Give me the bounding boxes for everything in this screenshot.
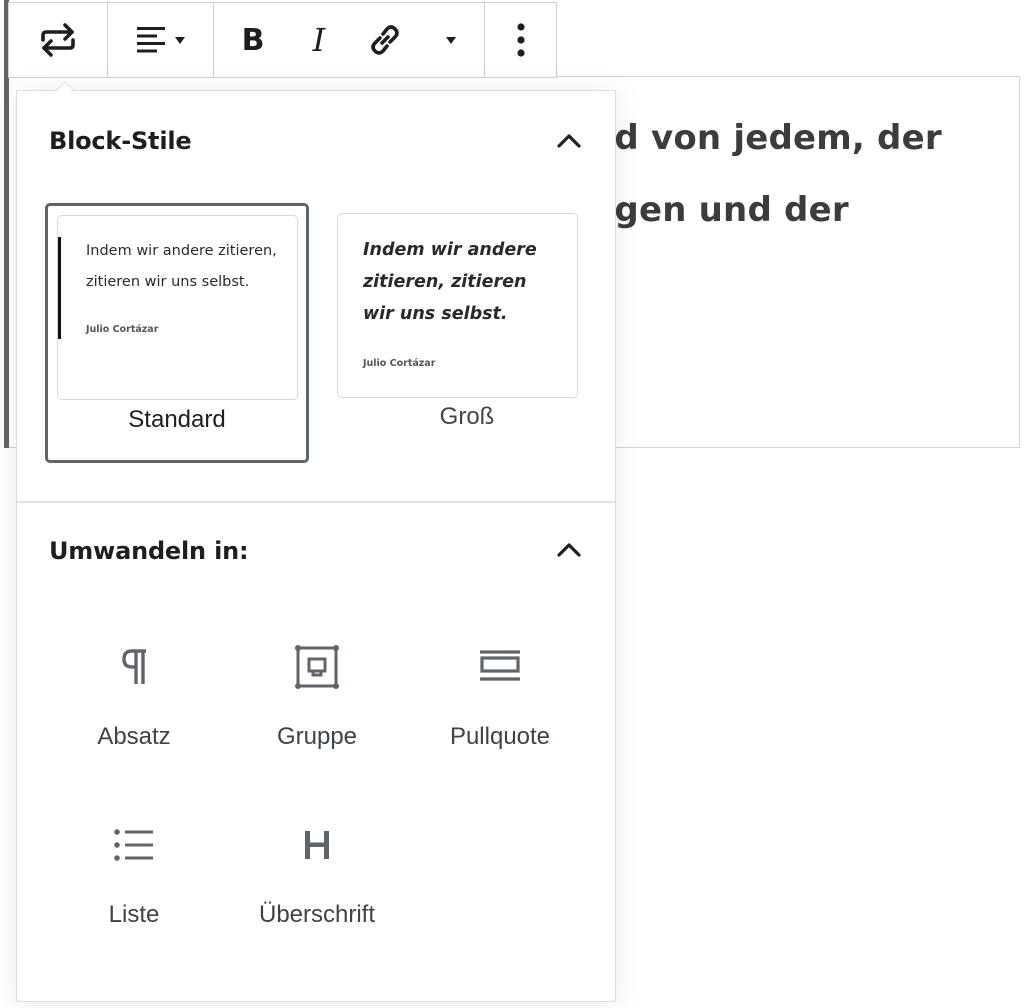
transform-label: Pullquote: [449, 723, 551, 750]
chevron-up-icon: [557, 543, 581, 557]
style-preview: Indem wir andere zitieren, zitieren wir …: [57, 215, 298, 400]
preview-citation: Julio Cortázar: [86, 324, 159, 335]
block-switcher-popover: Block-Stile Indem wir andere zitieren, z…: [16, 90, 616, 1002]
section-divider: [17, 501, 615, 503]
transform-collapse-button[interactable]: [553, 534, 585, 566]
more-vertical-icon: [516, 23, 525, 57]
align-left-icon: [136, 27, 165, 53]
chevron-down-icon: [446, 36, 456, 44]
quote-bar: [58, 237, 61, 339]
align-dropdown-button[interactable]: [108, 3, 213, 77]
bold-icon: B: [241, 22, 265, 58]
list-icon: [114, 829, 153, 861]
quote-text-line: ngen und der: [590, 190, 849, 230]
transform-label: Überschrift: [258, 901, 376, 928]
transform-to-paragraph[interactable]: Absatz: [44, 641, 224, 771]
quote-text-line: nd von jedem, der: [590, 118, 942, 158]
preview-quote: Indem wir andere zitieren, zitieren wir …: [363, 240, 537, 324]
transform-to-list[interactable]: Liste: [44, 819, 224, 949]
style-label: Groß: [439, 403, 495, 430]
style-option-large[interactable]: Indem wir andere zitieren, zitieren wir …: [335, 203, 599, 463]
block-styles-collapse-button[interactable]: [553, 125, 585, 157]
block-styles-title: Block-Stile: [49, 127, 192, 155]
style-option-standard[interactable]: Indem wir andere zitieren, zitieren wir …: [45, 203, 309, 463]
more-options-button[interactable]: [485, 3, 556, 77]
transform-to-pullquote[interactable]: Pullquote: [410, 641, 590, 771]
preview-citation: Julio Cortázar: [363, 358, 436, 369]
italic-icon: I: [312, 21, 326, 59]
transform-label: Absatz: [97, 723, 171, 750]
transform-title: Umwandeln in:: [49, 537, 249, 565]
chevron-down-icon: [174, 36, 185, 44]
transform-label: Liste: [108, 901, 160, 928]
pullquote-icon: [480, 650, 520, 681]
link-button[interactable]: [352, 3, 418, 77]
style-label: Standard: [128, 406, 226, 433]
transform-button[interactable]: [9, 3, 107, 77]
transform-label: Gruppe: [276, 723, 358, 750]
transform-arrows-icon: [41, 23, 75, 57]
toolbar-group-more: [485, 3, 556, 77]
transform-to-group[interactable]: Gruppe: [227, 641, 407, 771]
link-icon: [371, 25, 399, 55]
more-formats-dropdown[interactable]: [418, 3, 484, 77]
bold-button[interactable]: B: [220, 3, 286, 77]
group-icon: [295, 645, 339, 689]
toolbar-group-format: B I: [214, 3, 485, 77]
block-toolbar: B I: [8, 2, 557, 78]
style-preview: Indem wir andere zitieren, zitieren wir …: [337, 213, 578, 398]
heading-icon: [305, 831, 329, 859]
transform-to-heading[interactable]: Überschrift: [227, 819, 407, 949]
toolbar-group-align: [108, 3, 214, 77]
preview-quote: Indem wir andere zitieren, zitieren wir …: [86, 243, 277, 290]
paragraph-icon: [122, 649, 146, 684]
italic-button[interactable]: I: [286, 3, 352, 77]
toolbar-group-transform: [9, 3, 108, 77]
chevron-up-icon: [557, 134, 581, 148]
